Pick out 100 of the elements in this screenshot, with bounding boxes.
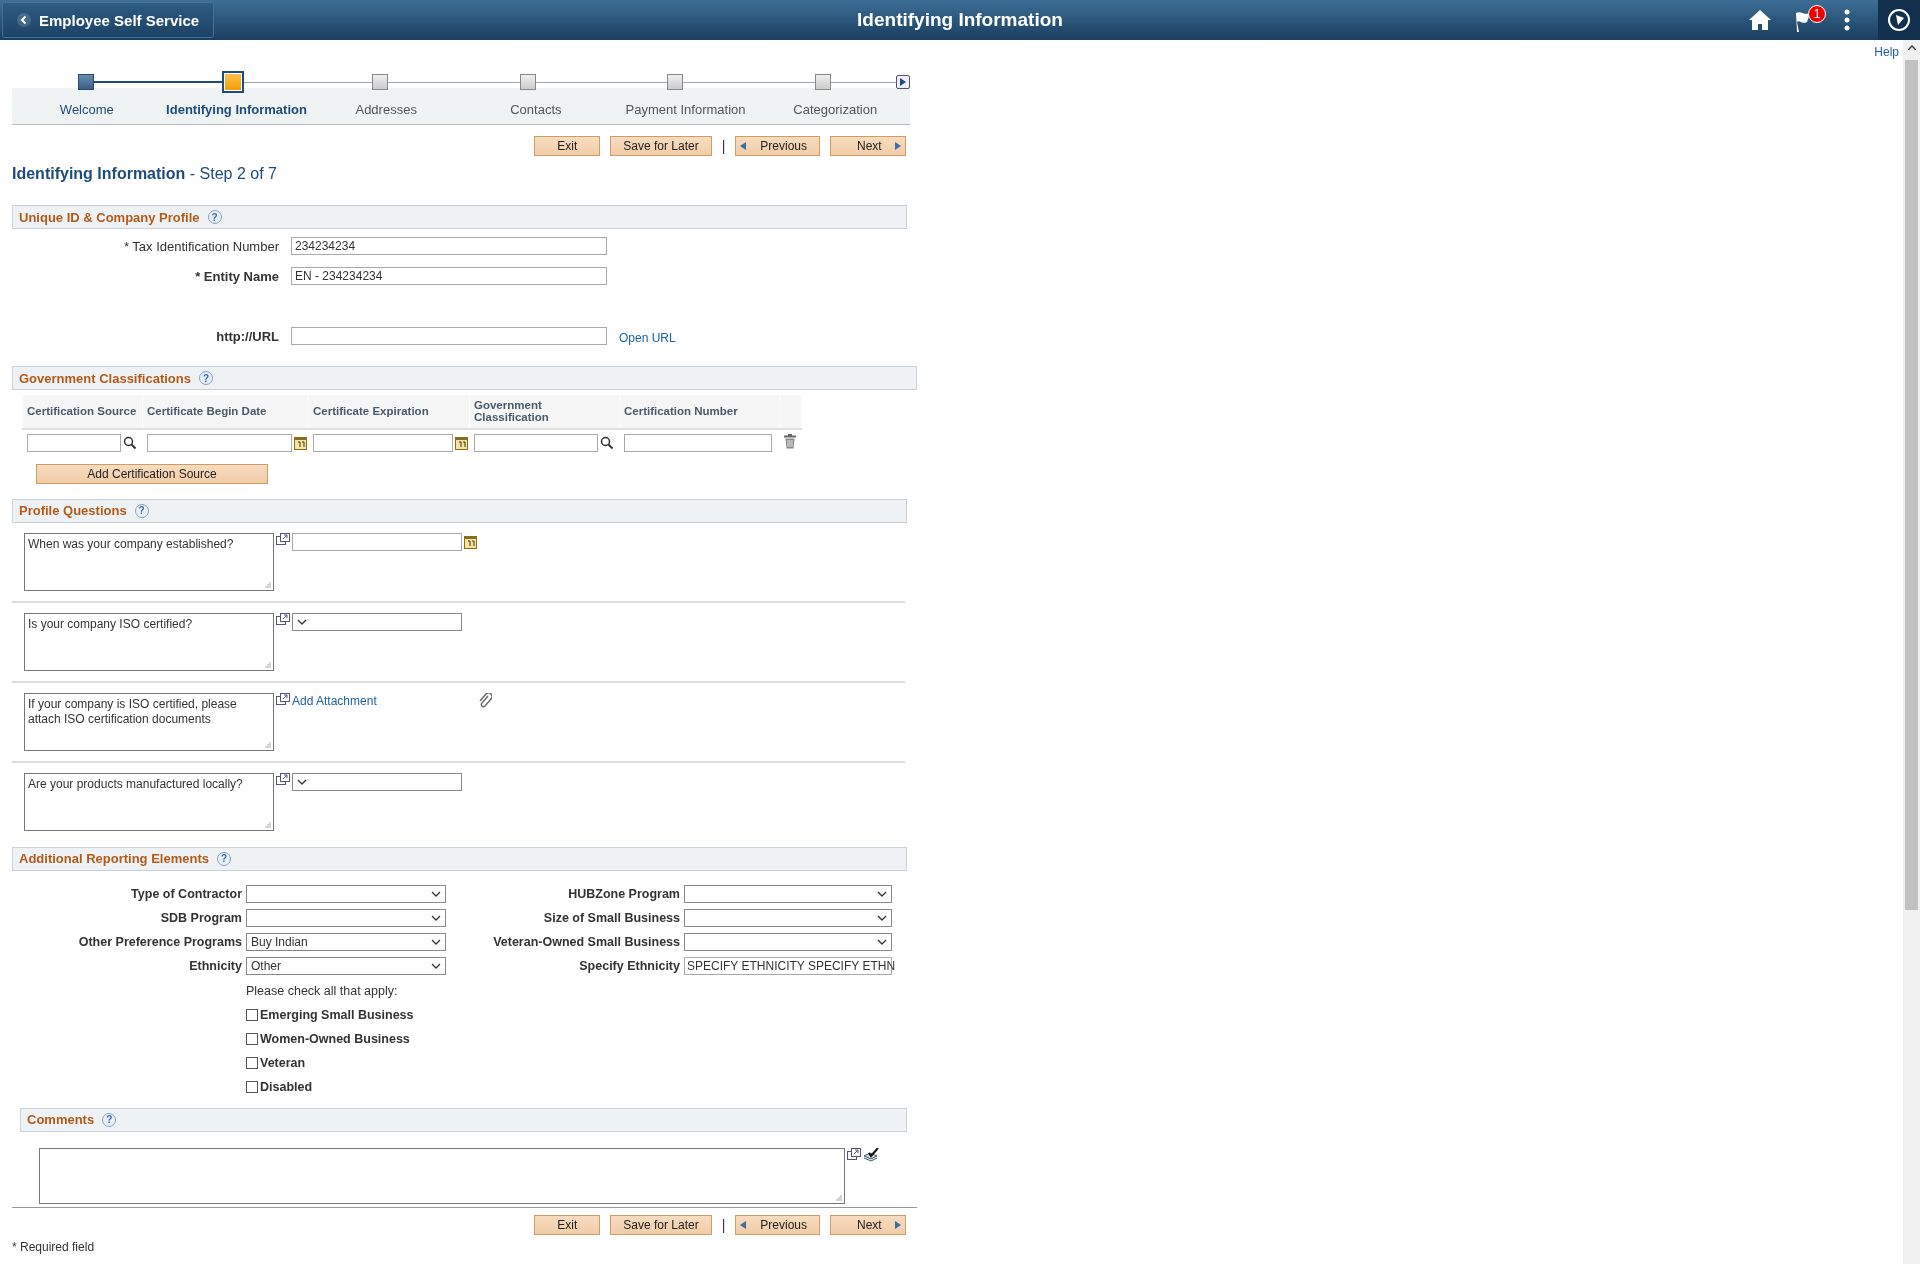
next-steps-button[interactable]	[896, 75, 911, 89]
step-label[interactable]: Categorization	[793, 101, 878, 117]
previous-button[interactable]: Previous	[735, 1214, 820, 1235]
step-label[interactable]: Addresses	[355, 101, 417, 117]
resize-grip-icon[interactable]	[264, 740, 271, 748]
field-label: Ethnicity	[188, 958, 242, 973]
search-icon[interactable]	[122, 435, 137, 450]
checkbox-label[interactable]: Emerging Small Business	[260, 1007, 414, 1022]
expand-icon[interactable]	[276, 532, 290, 545]
step-heading: Identifying Information - Step 2 of 7	[12, 165, 277, 182]
step-marker[interactable]	[77, 74, 94, 90]
exit-button[interactable]: Exit	[534, 1214, 601, 1235]
step-label[interactable]: Payment Information	[625, 101, 746, 117]
left-triangle-icon	[740, 1220, 747, 1229]
help-icon[interactable]: ?	[216, 851, 231, 866]
checkbox-label[interactable]: Disabled	[260, 1079, 313, 1094]
checkbox-label[interactable]: Women-Owned Business	[260, 1031, 410, 1046]
scrollbar[interactable]	[1903, 40, 1920, 1264]
checkbox-label[interactable]: Veteran	[260, 1055, 306, 1070]
spell-check-icon[interactable]	[863, 1147, 879, 1163]
question-field[interactable]: When was your company established?	[24, 532, 274, 591]
exit-button[interactable]: Exit	[534, 136, 601, 156]
dropdown[interactable]: Other	[246, 956, 446, 975]
date-field[interactable]	[312, 433, 453, 452]
checkbox[interactable]	[246, 1080, 258, 1093]
text-field[interactable]: EN - 234234234	[291, 267, 607, 285]
page-title: Identifying Information	[857, 9, 1063, 30]
paperclip-icon[interactable]	[478, 692, 492, 709]
checkbox[interactable]	[246, 1032, 258, 1045]
resize-grip-icon[interactable]	[264, 660, 271, 668]
text-field[interactable]	[291, 327, 607, 345]
home-icon[interactable]	[1748, 9, 1772, 31]
resize-grip-icon[interactable]	[264, 820, 271, 828]
date-field[interactable]	[146, 433, 292, 452]
help-icon[interactable]: ?	[207, 210, 222, 224]
calendar-icon[interactable]	[454, 435, 468, 450]
dropdown[interactable]: Buy Indian	[246, 932, 446, 951]
dropdown[interactable]	[292, 772, 462, 791]
help-icon[interactable]: ?	[198, 371, 213, 385]
add-certification-button[interactable]: Add Certification Source	[36, 463, 268, 484]
checkbox[interactable]	[246, 1056, 258, 1069]
expand-icon[interactable]	[847, 1147, 861, 1160]
section-title: Comments	[27, 1112, 95, 1127]
calendar-icon[interactable]	[464, 534, 477, 549]
open-url-link[interactable]: Open URL	[619, 331, 676, 345]
separator-text: |	[721, 1216, 726, 1233]
save-button[interactable]: Save for Later	[610, 136, 712, 156]
separator-text: |	[721, 138, 726, 154]
step-label[interactable]: Welcome	[59, 101, 114, 117]
text-field[interactable]	[473, 433, 598, 452]
right-triangle-icon	[895, 1220, 901, 1229]
more-options-icon[interactable]	[1844, 9, 1850, 31]
next-button[interactable]: Next	[830, 136, 906, 156]
checkbox[interactable]	[246, 1008, 258, 1021]
field-label: * Tax Identification Number	[122, 238, 280, 254]
field-label: Size of Small Business	[542, 910, 680, 925]
step-marker[interactable]	[519, 74, 536, 90]
help-link[interactable]: Help	[1874, 45, 1899, 59]
text-field[interactable]	[623, 433, 772, 452]
back-button[interactable]: Employee Self Service	[2, 2, 215, 38]
save-button[interactable]: Save for Later	[610, 1214, 712, 1235]
comments-field[interactable]	[39, 1147, 845, 1204]
step-marker[interactable]	[667, 74, 684, 90]
dropdown[interactable]	[684, 908, 892, 927]
date-field[interactable]	[292, 532, 462, 551]
help-icon[interactable]: ?	[134, 503, 149, 518]
help-icon[interactable]: ?	[102, 1112, 117, 1127]
column-header: Certification Number	[624, 405, 738, 418]
dropdown[interactable]	[684, 884, 892, 903]
navigation-button[interactable]	[1878, 0, 1920, 40]
next-button[interactable]: Next	[830, 1214, 906, 1235]
resize-grip-icon[interactable]	[835, 1193, 842, 1201]
trash-icon[interactable]	[783, 433, 796, 449]
step-marker[interactable]	[814, 74, 831, 90]
field-label: http://URL	[215, 328, 280, 344]
step-marker[interactable]	[222, 71, 245, 93]
expand-icon[interactable]	[276, 692, 290, 705]
dropdown[interactable]	[246, 908, 446, 927]
step-label[interactable]: Contacts	[510, 101, 562, 117]
section-title: Additional Reporting Elements	[19, 851, 209, 866]
caret-up-icon[interactable]	[1907, 44, 1916, 50]
calendar-icon[interactable]	[293, 435, 307, 450]
expand-icon[interactable]	[276, 612, 290, 625]
question-field[interactable]: Is your company ISO certified?	[24, 612, 274, 671]
add-attachment-link[interactable]: Add Attachment	[292, 693, 377, 708]
text-field[interactable]: 234234234	[291, 237, 607, 255]
field-label: Type of Contractor	[130, 886, 242, 901]
search-icon[interactable]	[599, 435, 614, 450]
dropdown[interactable]	[246, 884, 446, 903]
question-field[interactable]: If your company is ISO certified, please attach ISO certification documents	[24, 692, 274, 751]
previous-button[interactable]: Previous	[735, 136, 820, 156]
question-field[interactable]: Are your products manufactured locally?	[24, 772, 274, 831]
expand-icon[interactable]	[276, 772, 290, 785]
text-field[interactable]	[26, 433, 121, 452]
dropdown[interactable]	[292, 612, 462, 631]
step-marker[interactable]	[372, 74, 389, 90]
step-label[interactable]: Identifying Information	[166, 101, 307, 117]
dropdown[interactable]	[684, 932, 892, 951]
field-label: Other Preference Programs	[77, 934, 242, 949]
resize-grip-icon[interactable]	[264, 580, 271, 588]
